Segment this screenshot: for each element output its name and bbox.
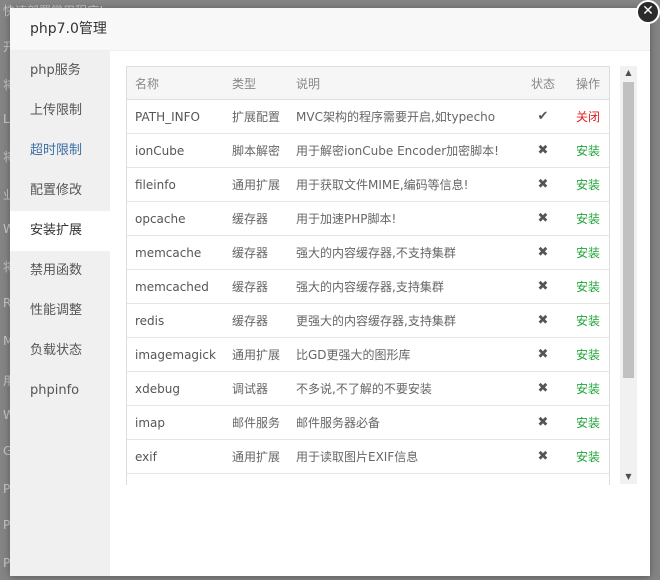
sidebar-item-9[interactable]: phpinfo xyxy=(10,371,110,411)
extension-description: 更强大的内容缓存器,支持集群 xyxy=(288,303,518,338)
extension-description: 强大的内容缓存器,支持集群 xyxy=(288,269,518,304)
extension-type: 通用扩展 xyxy=(223,439,288,474)
extension-type: 通用扩展 xyxy=(223,167,288,202)
table-row-partial xyxy=(127,474,609,486)
extension-description: 强大的内容缓存器,不支持集群 xyxy=(288,235,518,270)
header-type: 类型 xyxy=(223,67,288,100)
extension-name: opcache xyxy=(127,201,224,236)
cross-icon: ✖ xyxy=(517,235,568,270)
extensions-panel: 名称 类型 说明 状态 操作 PATH_INFO 扩展配置 MVC架构的程序需要开启… xyxy=(126,66,637,486)
extension-description: 比GD更强大的图形库 xyxy=(288,337,518,372)
extension-name: xdebug xyxy=(127,371,224,406)
install-button[interactable]: 安装 xyxy=(567,439,609,474)
extension-description: 邮件服务器必备 xyxy=(288,405,518,440)
table-row: PATH_INFO 扩展配置 MVC架构的程序需要开启,如typecho ✔ 关闭 xyxy=(127,99,609,134)
sidebar-menu: php服务 上传限制 超时限制 配置修改 安装扩展 禁用函数 性能调整 负载状态 phpinfo xyxy=(10,51,110,576)
sidebar-item-6[interactable]: 禁用函数 xyxy=(10,251,110,291)
extension-description: 用于解密ionCube Encoder加密脚本! xyxy=(288,133,518,168)
scroll-up-icon[interactable]: ▲ xyxy=(620,66,637,80)
cross-icon: ✖ xyxy=(517,439,568,474)
extension-type: 扩展配置 xyxy=(223,99,288,134)
header-status: 状态 xyxy=(517,67,568,100)
install-button[interactable]: 安装 xyxy=(567,133,609,168)
cross-icon: ✖ xyxy=(517,269,568,304)
extension-description: 用于读取图片EXIF信息 xyxy=(288,439,518,474)
empty-cell xyxy=(224,474,288,486)
table-row: fileinfo 通用扩展 用于获取文件MIME,编码等信息! ✖ 安装 xyxy=(127,167,609,202)
install-button[interactable]: 安装 xyxy=(567,269,609,304)
extension-description: 用于加速PHP脚本! xyxy=(288,201,518,236)
cross-icon: ✖ xyxy=(517,371,568,406)
extension-type: 缓存器 xyxy=(223,201,288,236)
table-row: ionCube 脚本解密 用于解密ionCube Encoder加密脚本! ✖ 安装 xyxy=(127,133,609,168)
extension-type: 缓存器 xyxy=(223,269,288,304)
header-action: 操作 xyxy=(567,67,609,100)
close-icon[interactable]: ✕ xyxy=(636,0,660,24)
extension-type: 邮件服务 xyxy=(223,405,288,440)
sidebar-item-3[interactable]: 超时限制 xyxy=(10,131,110,171)
empty-cell xyxy=(518,474,568,486)
extension-name: ionCube xyxy=(127,133,224,168)
extension-name: imap xyxy=(127,405,224,440)
extension-type: 缓存器 xyxy=(223,303,288,338)
extension-description: 不多说,不了解的不要安装 xyxy=(288,371,518,406)
empty-cell xyxy=(127,474,224,486)
empty-cell xyxy=(288,474,518,486)
extension-description: MVC架构的程序需要开启,如typecho xyxy=(288,99,518,134)
cross-icon: ✖ xyxy=(517,405,568,440)
sidebar-item-4[interactable]: 配置修改 xyxy=(10,171,110,211)
table-row: opcache 缓存器 用于加速PHP脚本! ✖ 安装 xyxy=(127,201,609,236)
cross-icon: ✖ xyxy=(517,201,568,236)
dialog-title: php7.0管理 xyxy=(10,8,650,51)
table-row: xdebug 调试器 不多说,不了解的不要安装 ✖ 安装 xyxy=(127,371,609,406)
extension-name: memcache xyxy=(127,235,224,270)
disable-button[interactable]: 关闭 xyxy=(567,99,609,134)
cross-icon: ✖ xyxy=(517,303,568,338)
scroll-down-icon[interactable]: ▼ xyxy=(620,470,637,484)
sidebar-item-1[interactable]: php服务 xyxy=(10,51,110,91)
extension-name: exif xyxy=(127,439,224,474)
table-row: imap 邮件服务 邮件服务器必备 ✖ 安装 xyxy=(127,405,609,440)
extension-name: memcached xyxy=(127,269,224,304)
install-button[interactable]: 安装 xyxy=(567,337,609,372)
table-header-row: 名称 类型 说明 状态 操作 xyxy=(127,67,609,100)
check-icon: ✔ xyxy=(517,99,568,134)
extension-type: 缓存器 xyxy=(223,235,288,270)
table-row: imagemagick 通用扩展 比GD更强大的图形库 ✖ 安装 xyxy=(127,337,609,372)
table-row: redis 缓存器 更强大的内容缓存器,支持集群 ✖ 安装 xyxy=(127,303,609,338)
header-desc: 说明 xyxy=(288,67,518,100)
extension-name: redis xyxy=(127,303,224,338)
install-button[interactable]: 安装 xyxy=(567,201,609,236)
extension-type: 脚本解密 xyxy=(223,133,288,168)
table-row: memcache 缓存器 强大的内容缓存器,不支持集群 ✖ 安装 xyxy=(127,235,609,270)
extension-type: 调试器 xyxy=(223,371,288,406)
header-name: 名称 xyxy=(127,67,224,100)
extensions-table-container: 名称 类型 说明 状态 操作 PATH_INFO 扩展配置 MVC架构的程序需要开启… xyxy=(126,66,610,485)
table-row: memcached 缓存器 强大的内容缓存器,支持集群 ✖ 安装 xyxy=(127,269,609,304)
extension-name: imagemagick xyxy=(127,337,224,372)
scroll-thumb[interactable] xyxy=(623,82,634,378)
extension-name: fileinfo xyxy=(127,167,224,202)
extensions-table: 名称 类型 说明 状态 操作 PATH_INFO 扩展配置 MVC架构的程序需要开启… xyxy=(127,67,609,485)
extension-name: PATH_INFO xyxy=(127,99,224,134)
cross-icon: ✖ xyxy=(517,337,568,372)
install-button[interactable]: 安装 xyxy=(567,235,609,270)
empty-cell xyxy=(568,474,609,486)
sidebar-item-5[interactable]: 安装扩展 xyxy=(10,211,110,251)
install-button[interactable]: 安装 xyxy=(567,303,609,338)
sidebar-item-8[interactable]: 负载状态 xyxy=(10,331,110,371)
install-button[interactable]: 安装 xyxy=(567,371,609,406)
install-button[interactable]: 安装 xyxy=(567,405,609,440)
cross-icon: ✖ xyxy=(517,167,568,202)
extension-type: 通用扩展 xyxy=(223,337,288,372)
background-text-line: L xyxy=(3,112,10,126)
php-manager-dialog: php7.0管理 php服务 上传限制 超时限制 配置修改 安装扩展 禁用函数 性能调整 负载… xyxy=(10,8,650,576)
install-button[interactable]: 安装 xyxy=(567,167,609,202)
sidebar-item-2[interactable]: 上传限制 xyxy=(10,91,110,131)
table-scrollbar[interactable]: ▲ ▼ xyxy=(620,66,637,484)
extension-description: 用于获取文件MIME,编码等信息! xyxy=(288,167,518,202)
table-row: exif 通用扩展 用于读取图片EXIF信息 ✖ 安装 xyxy=(127,439,609,474)
sidebar-item-7[interactable]: 性能调整 xyxy=(10,291,110,331)
cross-icon: ✖ xyxy=(517,133,568,168)
